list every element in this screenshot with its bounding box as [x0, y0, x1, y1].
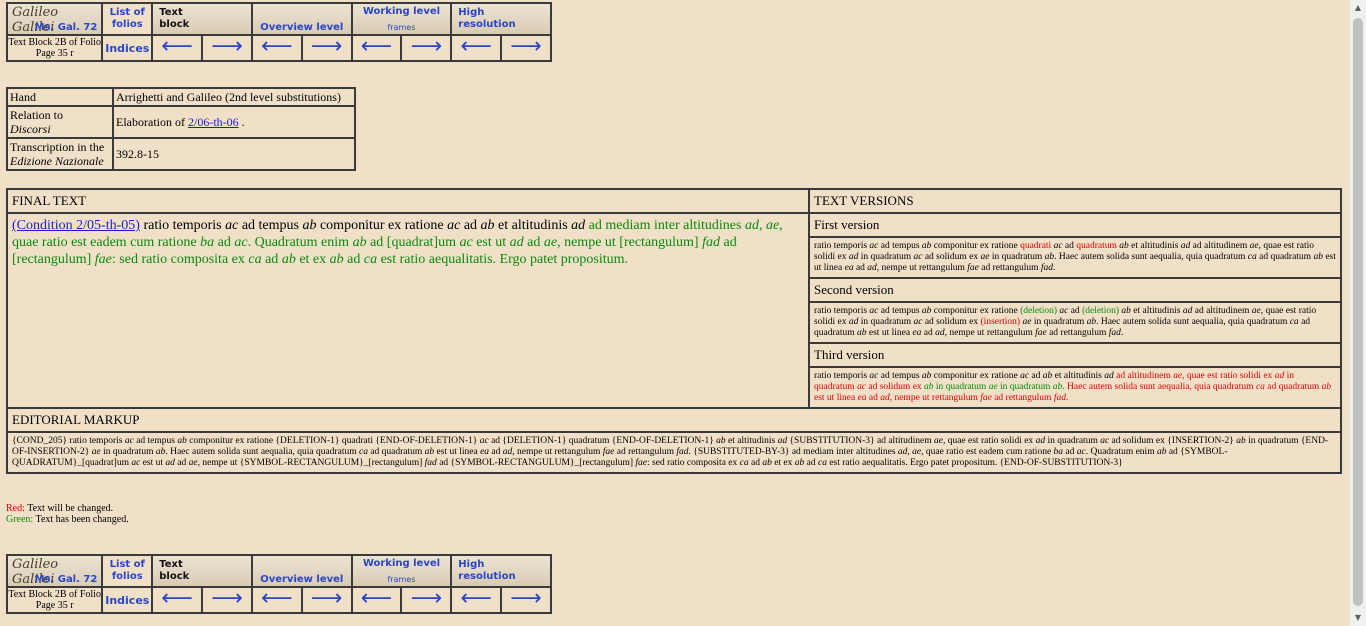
arrow-left-icon[interactable]: ⟵ [253, 588, 303, 612]
list-of-folios-button[interactable]: List of folios [101, 554, 154, 588]
third-version-header: Third version [808, 342, 1342, 368]
arrow-pair-3: ⟵ ⟶ [350, 34, 453, 62]
legend-red-label: Red: [6, 503, 25, 514]
logo-ms: Ms. Gal. 72 [34, 574, 98, 585]
arrow-left-icon[interactable]: ⟵ [353, 588, 403, 612]
scroll-thumb[interactable] [1353, 18, 1363, 606]
transcription-label: Transcription in the Edizione Nazionale [6, 137, 114, 171]
high-resolution-label: High resolution [458, 559, 516, 582]
relation-value-text: Elaboration of [116, 115, 188, 129]
text-block-button[interactable]: Text block [151, 554, 253, 588]
arrow-pair-1: ⟵ ⟶ [151, 34, 253, 62]
scroll-down-icon[interactable]: ▼ [1350, 610, 1366, 626]
text-table: FINAL TEXT TEXT VERSIONS (Condition 2/05… [6, 188, 1342, 474]
list-of-folios-label: List of folios [109, 559, 145, 582]
relation-link[interactable]: 2/06-th-06 [188, 115, 239, 129]
arrow-pair-4: ⟵ ⟶ [450, 34, 552, 62]
arrow-right-icon[interactable]: ⟶ [502, 36, 550, 60]
arrow-left-icon[interactable]: ⟵ [452, 588, 503, 612]
arrow-pair-4: ⟵ ⟶ [450, 586, 552, 614]
relation-label-1: Relation to [10, 108, 63, 122]
relation-end: . [238, 115, 245, 129]
third-version-text: ratio temporis ac ad tempus ab componitu… [808, 366, 1342, 409]
page: Galileo Galilei Ms. Gal. 72 List of foli… [0, 0, 1350, 626]
working-level-label: Working level [362, 558, 441, 569]
legend-green-text: Text has been changed. [33, 514, 129, 525]
first-version-header: First version [808, 212, 1342, 238]
text-block-label: Text block [159, 7, 190, 30]
arrow-left-icon[interactable]: ⟵ [452, 36, 503, 60]
info-table: Hand Arrighetti and Galileo (2nd level s… [6, 87, 356, 171]
overview-level-button[interactable]: Overview level [250, 554, 353, 588]
arrow-left-icon[interactable]: ⟵ [253, 36, 303, 60]
high-resolution-button[interactable]: High resolution [450, 554, 552, 588]
legend-red-text: Text will be changed. [24, 503, 114, 514]
text-block-button[interactable]: Text block [151, 2, 253, 36]
versions-header: TEXT VERSIONS [808, 188, 1342, 214]
second-version-text: ratio temporis ac ad tempus ab componitu… [808, 301, 1342, 344]
hand-value: Arrighetti and Galileo (2nd level substi… [112, 87, 356, 107]
arrow-pair-2: ⟵ ⟶ [250, 34, 353, 62]
relation-label: Relation to Discorsi [6, 105, 114, 139]
arrow-right-icon[interactable]: ⟶ [203, 36, 251, 60]
arrow-pair-1: ⟵ ⟶ [151, 586, 253, 614]
arrow-right-icon[interactable]: ⟶ [402, 36, 450, 60]
list-of-folios-button[interactable]: List of folios [101, 2, 154, 36]
arrow-left-icon[interactable]: ⟵ [353, 36, 403, 60]
working-level-button[interactable]: Working level frames [350, 2, 453, 36]
arrow-right-icon[interactable]: ⟶ [203, 588, 251, 612]
arrow-right-icon[interactable]: ⟶ [303, 588, 351, 612]
scroll-up-icon[interactable]: ▲ [1350, 0, 1366, 16]
indices-button[interactable]: Indices [101, 34, 154, 62]
arrow-right-icon[interactable]: ⟶ [303, 36, 351, 60]
high-resolution-button[interactable]: High resolution [450, 2, 552, 36]
final-text: (Condition 2/05-th-05) ratio temporis ac… [6, 212, 810, 409]
final-text-header: FINAL TEXT [6, 188, 810, 214]
block-info: Text Block 2B of Folio Page 35 r [5, 34, 104, 62]
arrow-right-icon[interactable]: ⟶ [502, 588, 550, 612]
galileo-logo-button[interactable]: Galileo Galilei Ms. Gal. 72 [5, 2, 104, 36]
top-navigation: Galileo Galilei Ms. Gal. 72 List of foli… [5, 2, 552, 62]
galileo-logo-button[interactable]: Galileo Galilei Ms. Gal. 72 [5, 554, 104, 588]
editorial-markup-text: {COND_205} ratio temporis ac ad tempus a… [6, 431, 1342, 474]
overview-level-button[interactable]: Overview level [250, 2, 353, 36]
arrow-pair-2: ⟵ ⟶ [250, 586, 353, 614]
arrow-right-icon[interactable]: ⟶ [402, 588, 450, 612]
first-version-text: ratio temporis ac ad tempus ab componitu… [808, 236, 1342, 279]
condition-link[interactable]: (Condition 2/05-th-05) [12, 218, 140, 233]
arrow-left-icon[interactable]: ⟵ [153, 588, 204, 612]
list-of-folios-label: List of folios [109, 7, 145, 30]
second-version-header: Second version [808, 277, 1342, 303]
frames-label: frames [387, 575, 416, 584]
relation-value: Elaboration of 2/06-th-06 . [112, 105, 356, 139]
high-resolution-label: High resolution [458, 7, 516, 30]
overview-level-label: Overview level [260, 22, 344, 33]
vertical-scrollbar[interactable]: ▲ ▼ [1350, 0, 1366, 626]
frames-label: frames [387, 23, 416, 32]
editorial-header: EDITORIAL MARKUP [6, 407, 1342, 433]
text-block-label: Text block [159, 559, 190, 582]
relation-label-2: Discorsi [10, 122, 51, 136]
transcription-label-2: Edizione Nazionale [10, 154, 104, 168]
transcription-value: 392.8-15 [112, 137, 356, 171]
transcription-label-1: Transcription in the [10, 140, 105, 154]
legend-green-label: Green: [6, 514, 34, 525]
bottom-navigation: Galileo Galilei Ms. Gal. 72 List of foli… [5, 554, 552, 614]
working-level-label: Working level [362, 6, 441, 17]
block-info: Text Block 2B of Folio Page 35 r [5, 586, 104, 614]
logo-ms: Ms. Gal. 72 [34, 22, 98, 33]
hand-label: Hand [6, 87, 114, 107]
indices-button[interactable]: Indices [101, 586, 154, 614]
arrow-left-icon[interactable]: ⟵ [153, 36, 204, 60]
working-level-button[interactable]: Working level frames [350, 554, 453, 588]
arrow-pair-3: ⟵ ⟶ [350, 586, 453, 614]
color-legend: Red: Text will be changed. Green: Text h… [6, 503, 129, 525]
overview-level-label: Overview level [260, 574, 344, 585]
